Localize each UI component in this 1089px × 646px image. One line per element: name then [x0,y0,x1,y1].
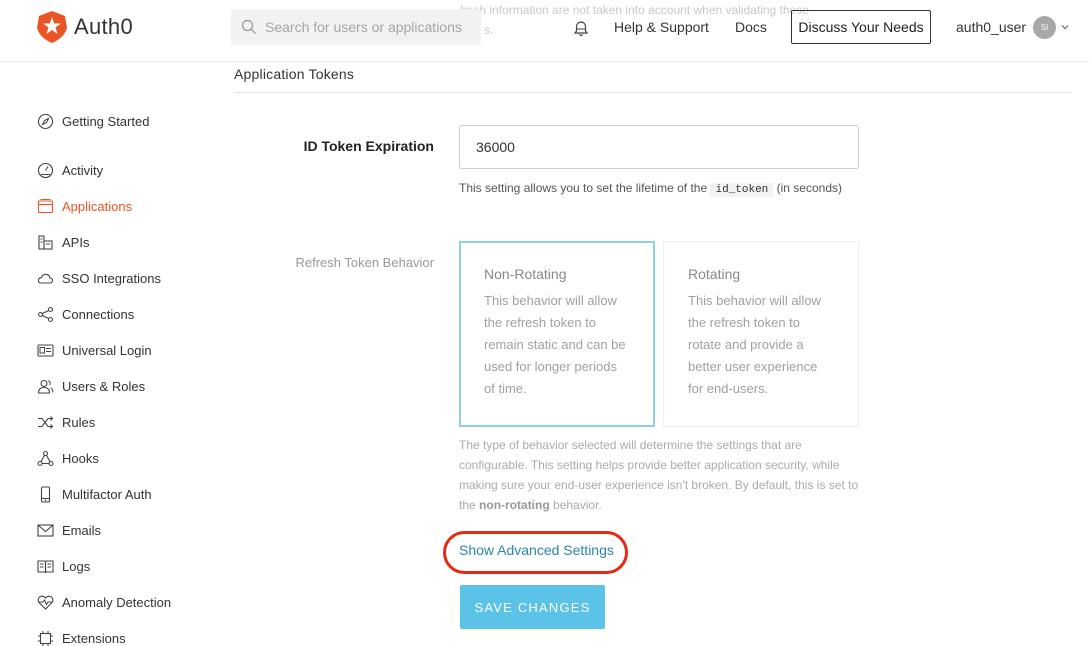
top-header: hash information are not taken into acco… [0,0,1089,62]
applications-icon [37,198,54,213]
book-icon [37,559,54,573]
chip-icon [38,630,53,646]
sidebar-item-label: Hooks [62,450,99,466]
shuffle-icon [38,415,54,429]
option-description: This behavior will allow the refresh tok… [688,293,821,396]
users-icon [37,379,54,394]
sidebar-item-connections[interactable]: Connections [37,304,134,324]
auth0-shield-icon [37,11,67,43]
help-support-link[interactable]: Help & Support [614,19,709,35]
sidebar-item-label: APIs [62,234,90,250]
sidebar-item-sso-integrations[interactable]: SSO Integrations [37,268,161,288]
username[interactable]: auth0_user [956,19,1026,35]
sidebar-item-hooks[interactable]: Hooks [37,448,99,468]
rotating-option-card[interactable]: Rotating This behavior will allow the re… [663,241,859,427]
sidebar-item-applications[interactable]: Applications [37,196,132,216]
id-card-icon [37,343,54,357]
option-description: This behavior will allow the refresh tok… [484,293,626,396]
sidebar-item-extensions[interactable]: Extensions [37,628,126,646]
option-title: Non-Rotating [484,266,567,282]
sidebar-item-multifactor-auth[interactable]: Multifactor Auth [37,484,152,504]
id-token-expiration-input[interactable] [459,125,859,169]
sidebar-item-rules[interactable]: Rules [37,412,95,432]
sidebar-item-label: Users & Roles [62,378,146,394]
sidebar-item-label: SSO Integrations [62,270,161,286]
phone-icon [40,485,51,503]
sidebar-item-anomaly-detection[interactable]: Anomaly Detection [37,592,171,612]
sidebar-item-logs[interactable]: Logs [37,556,90,576]
sidebar-item-label: Multifactor Auth [62,486,152,502]
sidebar-item-label: Extensions [62,630,126,646]
refresh-behavior-note: The type of behavior selected will deter… [459,438,859,512]
non-rotating-option-card[interactable]: Non-Rotating This behavior will allow th… [459,241,655,427]
sidebar-item-users-roles[interactable]: Users & Roles [37,376,145,396]
search-box[interactable] [231,9,481,45]
brand-name: Auth0 [74,14,133,39]
auth0-logo[interactable]: Auth0 [36,10,133,44]
heart-pulse-icon [37,595,54,610]
sidebar-item-emails[interactable]: Emails [37,520,101,540]
discuss-needs-button[interactable]: Discuss Your Needs [791,10,931,44]
sidebar-item-label: Connections [62,306,135,322]
show-advanced-settings-link[interactable]: Show Advanced Settings [459,542,614,558]
option-title: Rotating [688,266,741,282]
activity-gauge-icon [37,162,54,178]
apis-icon [38,234,53,250]
cloud-icon [37,273,54,284]
sidebar-item-label: Emails [62,522,102,538]
sidebar-item-getting-started[interactable]: Getting Started [37,111,149,131]
id-token-code: id_token [710,183,774,197]
sidebar: Getting Started Activity Applications AP… [0,62,220,646]
chevron-down-icon[interactable] [1060,22,1070,32]
sidebar-item-activity[interactable]: Activity [37,160,103,180]
envelope-icon [37,523,54,537]
save-changes-button[interactable]: SAVE CHANGES [460,585,605,629]
sidebar-item-label: Anomaly Detection [62,594,172,610]
sidebar-item-label: Universal Login [62,342,152,358]
sidebar-item-universal-login[interactable]: Universal Login [37,340,152,360]
sidebar-item-label: Logs [62,558,91,574]
section-title: Application Tokens [234,66,355,82]
sidebar-item-label: Getting Started [62,113,150,129]
id-token-help-text: This setting allows you to set the lifet… [459,181,842,197]
sidebar-item-label: Activity [62,162,104,178]
sidebar-item-label: Rules [62,414,96,430]
search-input[interactable] [265,19,475,35]
share-nodes-icon [37,306,54,322]
sidebar-item-apis[interactable]: APIs [37,232,89,252]
id-token-expiration-label: ID Token Expiration [303,138,434,154]
section-divider [234,92,1072,93]
docs-link[interactable]: Docs [735,19,767,35]
search-icon [241,19,256,34]
avatar[interactable]: SI [1033,16,1056,39]
notification-bell-icon[interactable] [573,20,589,38]
hooks-icon [37,450,54,466]
sidebar-item-label: Applications [62,198,133,214]
compass-icon [37,113,54,129]
refresh-token-behavior-label: Refresh Token Behavior [295,255,434,270]
